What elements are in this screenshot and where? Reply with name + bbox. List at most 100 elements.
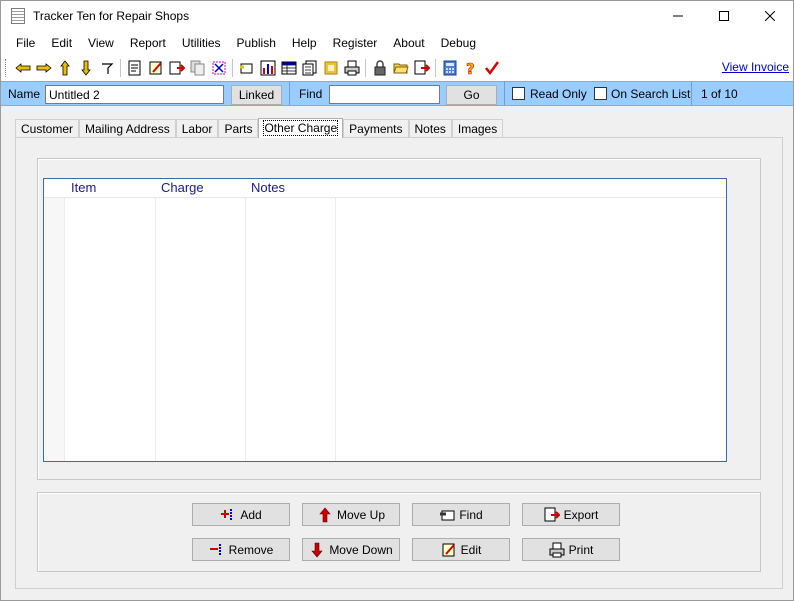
maximize-icon (719, 11, 729, 21)
maximize-button[interactable] (701, 1, 747, 31)
tab-label: Notes (414, 122, 446, 136)
tab-label: Labor (181, 122, 213, 136)
move-down-label: Move Down (329, 542, 393, 557)
application-window: Tracker Ten for Repair Shops File Edit V… (0, 0, 794, 601)
remove-label: Remove (228, 542, 274, 557)
go-button[interactable]: Go (446, 85, 497, 105)
toolbar: ? View Invoice (1, 55, 793, 81)
export-icon[interactable] (411, 58, 432, 78)
list-icon[interactable] (299, 58, 320, 78)
find-icon (439, 507, 455, 523)
add-button[interactable]: Add (192, 503, 290, 526)
menu-help[interactable]: Help (284, 31, 325, 55)
divider (289, 82, 290, 105)
tab-mailing-address[interactable]: Mailing Address (79, 119, 176, 138)
lock-icon[interactable] (369, 58, 390, 78)
print-button[interactable]: Print (522, 538, 620, 561)
menu-edit[interactable]: Edit (43, 31, 80, 55)
close-button[interactable] (747, 1, 793, 31)
arrow-up-icon (317, 507, 333, 523)
record-tabs: Customer Mailing Address Labor Parts Oth… (15, 118, 504, 138)
window-controls (655, 1, 793, 31)
minimize-button[interactable] (655, 1, 701, 31)
tab-label: Parts (224, 122, 253, 136)
close-icon (765, 11, 775, 21)
export-label: Export (563, 507, 599, 522)
menu-register[interactable]: Register (325, 31, 386, 55)
export-button[interactable]: Export (522, 503, 620, 526)
edit-record-icon[interactable] (145, 58, 166, 78)
tab-payments[interactable]: Payments (343, 119, 409, 138)
menu-publish[interactable]: Publish (229, 31, 284, 55)
on-search-list-label: On Search List (611, 87, 691, 101)
clear-icon[interactable] (208, 58, 229, 78)
toolbar-separator (120, 59, 121, 77)
go-to-record-icon[interactable] (96, 58, 117, 78)
linked-button[interactable]: Linked (231, 85, 282, 105)
remove-button[interactable]: Remove (192, 538, 290, 561)
calculator-icon[interactable] (439, 58, 460, 78)
toolbar-separator (365, 59, 366, 77)
move-down-button[interactable]: Move Down (302, 538, 400, 561)
tab-other-charge[interactable]: Other Charge (258, 118, 344, 138)
other-charge-grid[interactable]: Item Charge Notes (43, 178, 727, 462)
row-header-column (44, 198, 64, 461)
new-record-icon[interactable] (124, 58, 145, 78)
column-divider (155, 198, 156, 461)
open-folder-icon[interactable] (390, 58, 411, 78)
menu-file[interactable]: File (8, 31, 43, 55)
tab-images[interactable]: Images (451, 119, 504, 138)
edit-label: Edit (460, 542, 482, 557)
first-record-icon[interactable] (12, 58, 33, 78)
tab-notes[interactable]: Notes (408, 119, 452, 138)
view-invoice-link[interactable]: View Invoice (722, 60, 789, 74)
previous-record-icon[interactable] (33, 58, 54, 78)
chart-icon[interactable] (257, 58, 278, 78)
tab-customer[interactable]: Customer (15, 119, 80, 138)
find-label: Find (299, 87, 323, 101)
tab-parts[interactable]: Parts (218, 119, 259, 138)
column-header-item[interactable]: Item (71, 180, 96, 195)
menu-view[interactable]: View (80, 31, 122, 55)
menu-utilities[interactable]: Utilities (174, 31, 229, 55)
export-icon (544, 507, 560, 523)
divider (691, 82, 692, 105)
name-input[interactable] (45, 85, 224, 104)
find-button-label: Find (459, 507, 483, 522)
find-button[interactable]: Find (412, 503, 510, 526)
read-only-checkbox[interactable] (512, 87, 525, 100)
tab-label: Payments (349, 122, 403, 136)
record-position: 1 of 10 (701, 87, 738, 101)
on-search-list-checkbox[interactable] (594, 87, 607, 100)
edit-button[interactable]: Edit (412, 538, 510, 561)
tab-labor[interactable]: Labor (175, 119, 219, 138)
grid-header: Item Charge Notes (44, 179, 726, 198)
print-icon[interactable] (341, 58, 362, 78)
table-icon[interactable] (278, 58, 299, 78)
column-divider (245, 198, 246, 461)
menu-report[interactable]: Report (122, 31, 174, 55)
edit-icon (441, 542, 457, 558)
toolbar-grip[interactable] (5, 59, 8, 77)
tab-label: Customer (21, 122, 74, 136)
print-label: Print (568, 542, 594, 557)
move-up-button[interactable]: Move Up (302, 503, 400, 526)
photo-icon[interactable] (320, 58, 341, 78)
record-bar: Name Linked Find Go Read Only On Search … (1, 81, 793, 106)
column-header-charge[interactable]: Charge (161, 180, 204, 195)
help-icon[interactable]: ? (460, 58, 481, 78)
add-label: Add (240, 507, 262, 522)
find-icon[interactable] (236, 58, 257, 78)
svg-text:?: ? (466, 60, 475, 76)
tab-label: Mailing Address (85, 122, 170, 136)
last-record-icon[interactable] (75, 58, 96, 78)
menu-debug[interactable]: Debug (433, 31, 484, 55)
spellcheck-icon[interactable] (481, 58, 502, 78)
find-input[interactable] (329, 85, 440, 104)
next-record-icon[interactable] (54, 58, 75, 78)
copy-record-icon[interactable] (187, 58, 208, 78)
menu-about[interactable]: About (385, 31, 432, 55)
delete-record-icon[interactable] (166, 58, 187, 78)
read-only-label: Read Only (530, 87, 587, 101)
column-header-notes[interactable]: Notes (251, 180, 285, 195)
